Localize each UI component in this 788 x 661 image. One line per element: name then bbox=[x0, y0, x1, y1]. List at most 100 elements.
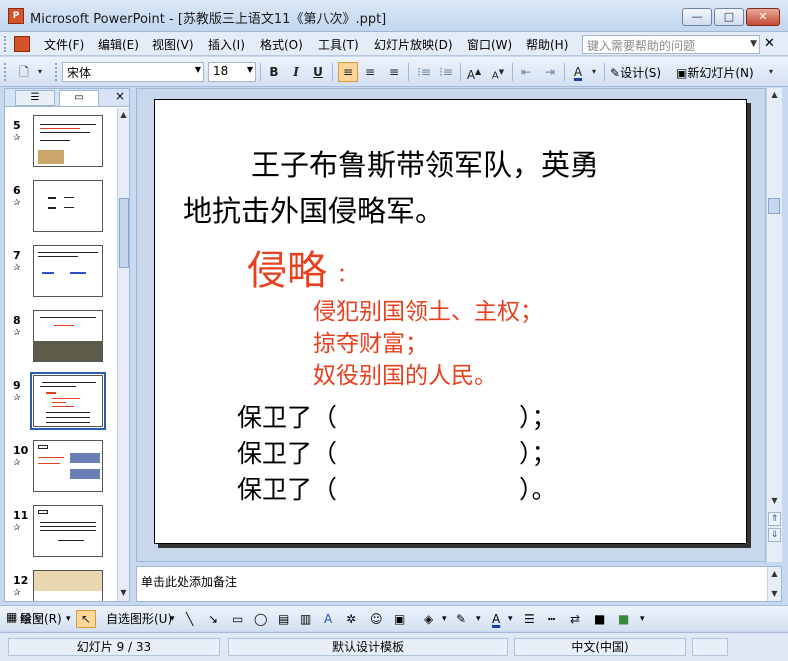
next-slide-icon[interactable]: ⇓ bbox=[768, 528, 781, 542]
scroll-up-icon[interactable]: ▲ bbox=[118, 108, 129, 122]
chevron-down-icon[interactable]: ▾ bbox=[476, 610, 481, 628]
chevron-down-icon[interactable]: ▾ bbox=[442, 610, 447, 628]
slide-thumbnail-row-selected[interactable]: 9 ✰ bbox=[5, 372, 117, 433]
menu-insert[interactable]: 插入(I) bbox=[208, 36, 245, 53]
vocabulary-term[interactable]: 侵略 bbox=[247, 238, 327, 296]
italic-button[interactable]: I bbox=[286, 62, 306, 82]
slide-main-text[interactable]: 王子布鲁斯带领军队，英勇 地抗击外国侵略军。 bbox=[183, 142, 723, 234]
notes-pane[interactable]: 单击此处添加备注 ▲ ▼ bbox=[136, 566, 782, 602]
rectangle-icon[interactable]: ▭ bbox=[232, 610, 243, 628]
chevron-down-icon[interactable]: ▼ bbox=[750, 36, 757, 53]
bold-button[interactable]: B bbox=[264, 62, 284, 82]
slide-area-scrollbar[interactable]: ▲ ▼ ⇑ ⇓ bbox=[766, 88, 782, 562]
new-slide-button[interactable]: ▣新幻灯片(N) bbox=[676, 64, 754, 81]
3d-style-icon[interactable]: ■ bbox=[618, 610, 629, 628]
arrow-style-icon[interactable]: ⇄ bbox=[570, 610, 580, 628]
menu-grip[interactable] bbox=[4, 36, 7, 52]
draw-menu-button[interactable]: 绘图(R) bbox=[20, 610, 62, 628]
slide-thumbnail[interactable] bbox=[33, 180, 103, 232]
text-box-icon[interactable]: ▤ bbox=[278, 610, 289, 628]
toolbar-grip[interactable] bbox=[4, 63, 7, 81]
line-color-icon[interactable]: ✎ bbox=[456, 610, 466, 628]
toolbar-options-icon[interactable]: ▾ bbox=[34, 62, 46, 82]
previous-slide-icon[interactable]: ⇑ bbox=[768, 512, 781, 526]
shadow-style-icon[interactable]: ■ bbox=[594, 610, 605, 628]
select-objects-icon[interactable]: ↖ bbox=[76, 610, 96, 628]
slide-thumbnail-row[interactable]: 11 ✰ bbox=[5, 503, 117, 563]
tab-outline[interactable]: ☰ bbox=[15, 90, 55, 106]
menu-help[interactable]: 帮助(H) bbox=[526, 36, 568, 53]
new-document-icon[interactable]: 🗋 bbox=[14, 62, 34, 82]
design-button[interactable]: ✎设计(S) bbox=[610, 64, 661, 81]
diagram-icon[interactable]: ✲ bbox=[346, 610, 356, 628]
slide-thumbnail-row[interactable]: 5 ✰ bbox=[5, 113, 117, 173]
arrow-icon[interactable]: ↘ bbox=[208, 610, 218, 628]
menu-format[interactable]: 格式(O) bbox=[260, 36, 303, 53]
oval-icon[interactable]: ◯ bbox=[254, 610, 267, 628]
menu-edit[interactable]: 编辑(E) bbox=[98, 36, 139, 53]
line-icon[interactable]: ╲ bbox=[186, 610, 193, 628]
slide-thumbnail[interactable] bbox=[33, 310, 103, 362]
slide-thumbnail-row[interactable]: 10 ✰ bbox=[5, 438, 117, 498]
scroll-up-icon[interactable]: ▲ bbox=[767, 88, 782, 102]
font-size-select[interactable]: 18 ▼ bbox=[208, 62, 256, 82]
font-color-icon[interactable]: A bbox=[568, 62, 588, 82]
fill-blank-line[interactable]: 保卫了（ ）； bbox=[237, 398, 557, 434]
close-pane-button[interactable]: × bbox=[115, 89, 125, 103]
align-right-icon[interactable]: ≡ bbox=[384, 62, 404, 82]
chevron-down-icon[interactable]: ▾ bbox=[66, 610, 71, 628]
align-left-icon[interactable]: ≡ bbox=[338, 62, 358, 82]
align-center-icon[interactable]: ≡ bbox=[360, 62, 380, 82]
scrollbar-thumb[interactable] bbox=[119, 198, 129, 268]
scroll-down-icon[interactable]: ▼ bbox=[768, 587, 781, 601]
close-document-button[interactable]: ✕ bbox=[764, 36, 775, 51]
wordart-icon[interactable]: A bbox=[324, 610, 332, 628]
font-family-select[interactable]: 宋体 ▼ bbox=[62, 62, 204, 82]
toolbar-grip-2[interactable] bbox=[55, 63, 58, 81]
increase-indent-icon[interactable]: ⇥ bbox=[540, 62, 560, 82]
slide-thumbnail[interactable] bbox=[33, 115, 103, 167]
chevron-down-icon[interactable]: ▾ bbox=[508, 610, 513, 628]
dash-style-icon[interactable]: ┅ bbox=[548, 610, 555, 628]
scrollbar-thumb[interactable] bbox=[768, 198, 780, 214]
slide-thumbnail-row[interactable]: 7 ✰ bbox=[5, 243, 117, 303]
menu-window[interactable]: 窗口(W) bbox=[467, 36, 512, 53]
underline-button[interactable]: U bbox=[308, 62, 328, 82]
menu-file[interactable]: 文件(F) bbox=[44, 36, 84, 53]
slide-thumbnail[interactable] bbox=[33, 505, 103, 557]
document-icon[interactable] bbox=[14, 36, 30, 52]
increase-font-size-icon[interactable]: A▲ bbox=[464, 62, 484, 82]
close-window-button[interactable]: ✕ bbox=[746, 8, 780, 26]
chevron-down-icon[interactable]: ▼ bbox=[247, 65, 253, 74]
menu-view[interactable]: 视图(V) bbox=[152, 36, 194, 53]
slide-thumbnail-row[interactable]: 12 ✰ bbox=[5, 568, 117, 601]
clip-art-icon[interactable]: ☺ bbox=[370, 610, 383, 628]
decrease-font-size-icon[interactable]: A▼ bbox=[488, 62, 508, 82]
line-style-icon[interactable]: ☰ bbox=[524, 610, 535, 628]
fill-color-icon[interactable]: ◈ bbox=[424, 610, 433, 628]
fill-blank-line[interactable]: 保卫了（ ）； bbox=[237, 434, 557, 470]
fill-blank-line[interactable]: 保卫了（ ）。 bbox=[237, 470, 557, 506]
minimize-button[interactable]: — bbox=[682, 8, 712, 26]
vertical-text-box-icon[interactable]: ▥ bbox=[300, 610, 311, 628]
scroll-down-icon[interactable]: ▼ bbox=[118, 586, 129, 600]
definition-line[interactable]: 奴役别国的人民。 bbox=[313, 356, 497, 390]
chevron-down-icon[interactable]: ▾ bbox=[588, 62, 600, 82]
slide-thumbnail-row[interactable]: 6 ✰ bbox=[5, 178, 117, 238]
scroll-down-icon[interactable]: ▼ bbox=[767, 494, 782, 508]
picture-icon[interactable]: ▣ bbox=[394, 610, 405, 628]
tab-slides[interactable]: ▭ bbox=[59, 90, 99, 106]
scroll-up-icon[interactable]: ▲ bbox=[768, 567, 781, 581]
chevron-down-icon[interactable]: ▾ bbox=[170, 610, 175, 628]
slide-thumbnail[interactable] bbox=[33, 245, 103, 297]
numbered-list-icon[interactable]: ⁝≡ bbox=[414, 62, 434, 82]
definition-line[interactable]: 侵犯别国领土、主权； bbox=[313, 292, 543, 326]
font-color-icon[interactable]: A bbox=[492, 610, 500, 628]
slide-thumbnail-selected[interactable] bbox=[30, 372, 106, 430]
menu-tools[interactable]: 工具(T) bbox=[318, 36, 359, 53]
bulleted-list-icon[interactable]: ⁝≡ bbox=[436, 62, 456, 82]
help-search-input[interactable]: 键入需要帮助的问题 ▼ bbox=[582, 35, 760, 54]
notes-scrollbar[interactable]: ▲ ▼ bbox=[767, 567, 781, 601]
toolbar-options-icon[interactable]: ▾ bbox=[640, 610, 645, 628]
slides-pane-scrollbar[interactable]: ▲ ▼ bbox=[117, 108, 129, 601]
